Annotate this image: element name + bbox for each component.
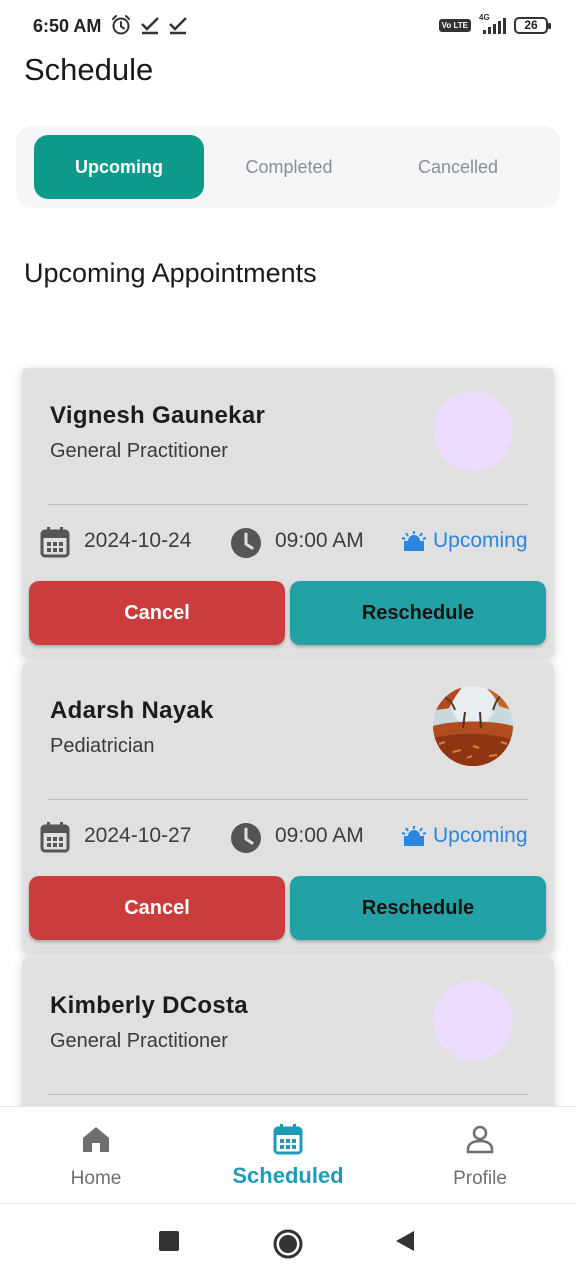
tab-completed[interactable]: Completed (204, 135, 374, 199)
status-label: Upcoming (433, 824, 528, 847)
nav-profile[interactable]: Profile (384, 1107, 576, 1205)
home-icon (83, 1127, 109, 1152)
appointment-date: 2024-10-27 (84, 824, 192, 847)
appointment-card: Vignesh Gaunekar General Practitioner 20… (22, 368, 554, 658)
nav-scheduled-label: Scheduled (232, 1163, 344, 1188)
nav-home-label: Home (70, 1168, 122, 1189)
appointment-date: 2024-10-24 (84, 529, 192, 552)
appointment-meta: 2024-10-24 09:00 AM Upcoming (40, 524, 540, 560)
status-time: 6:50 AM (33, 16, 102, 36)
battery-icon: 26 (514, 16, 551, 34)
recents-icon[interactable] (158, 1230, 180, 1252)
upcoming-status-icon (402, 531, 426, 551)
check-icon (141, 17, 159, 35)
tab-cancelled[interactable]: Cancelled (373, 135, 543, 199)
status-right-icons: Vo LTE 4G 26 (438, 13, 551, 34)
cancel-button[interactable]: Cancel (29, 876, 285, 940)
nav-scheduled[interactable]: Scheduled (192, 1107, 384, 1205)
calendar-icon (273, 1124, 303, 1155)
appointment-card: Kimberly DCosta General Practitioner (22, 958, 554, 1106)
nav-profile-label: Profile (453, 1168, 507, 1189)
system-nav-bar (0, 1204, 576, 1280)
clock-icon (231, 823, 261, 853)
network-type: 4G (479, 13, 490, 22)
upcoming-status-icon (402, 826, 426, 846)
status-label: Upcoming (433, 529, 528, 552)
tab-upcoming[interactable]: Upcoming (34, 135, 204, 199)
reschedule-button[interactable]: Reschedule (290, 581, 546, 645)
divider (48, 504, 528, 505)
volte-badge: Vo LTE (438, 18, 471, 32)
autumn-photo-icon (433, 686, 513, 766)
home-circle-icon[interactable] (272, 1228, 304, 1260)
profile-icon (466, 1125, 494, 1154)
nav-home[interactable]: Home (0, 1107, 192, 1205)
cancel-button[interactable]: Cancel (29, 581, 285, 645)
appointment-meta: 2024-10-27 09:00 AM Upcoming (40, 819, 540, 855)
divider (48, 1094, 528, 1095)
alarm-icon (112, 15, 130, 35)
page-title: Schedule (24, 52, 154, 87)
doctor-specialty: Pediatrician (50, 735, 155, 757)
appointment-card: Adarsh Nayak Pediatrician 2024-10-27 09:… (22, 663, 554, 953)
divider (48, 799, 528, 800)
bottom-nav: Home Scheduled Profile (0, 1106, 576, 1204)
doctor-name: Adarsh Nayak (50, 697, 214, 724)
section-title: Upcoming Appointments (24, 258, 317, 288)
check-icon (169, 17, 187, 35)
calendar-icon (40, 822, 70, 853)
avatar-photo (433, 686, 513, 766)
calendar-icon (40, 527, 70, 558)
avatar (433, 391, 513, 471)
reschedule-button[interactable]: Reschedule (290, 876, 546, 940)
doctor-specialty: General Practitioner (50, 1030, 228, 1052)
avatar (433, 981, 513, 1061)
doctor-specialty: General Practitioner (50, 440, 228, 462)
status-left-icons (110, 14, 188, 36)
appointment-tabs: Upcoming Completed Cancelled (16, 126, 560, 208)
appointment-time: 09:00 AM (275, 529, 364, 552)
doctor-name: Vignesh Gaunekar (50, 402, 266, 429)
doctor-name: Kimberly DCosta (50, 992, 248, 1019)
clock-icon (231, 528, 261, 558)
status-bar: 6:50 AM Vo LTE 4G 26 (0, 0, 576, 54)
appointment-time: 09:00 AM (275, 824, 364, 847)
back-icon[interactable] (394, 1230, 416, 1252)
signal-icon: 4G (479, 13, 506, 34)
appointment-list[interactable]: Vignesh Gaunekar General Practitioner 20… (0, 360, 576, 1106)
